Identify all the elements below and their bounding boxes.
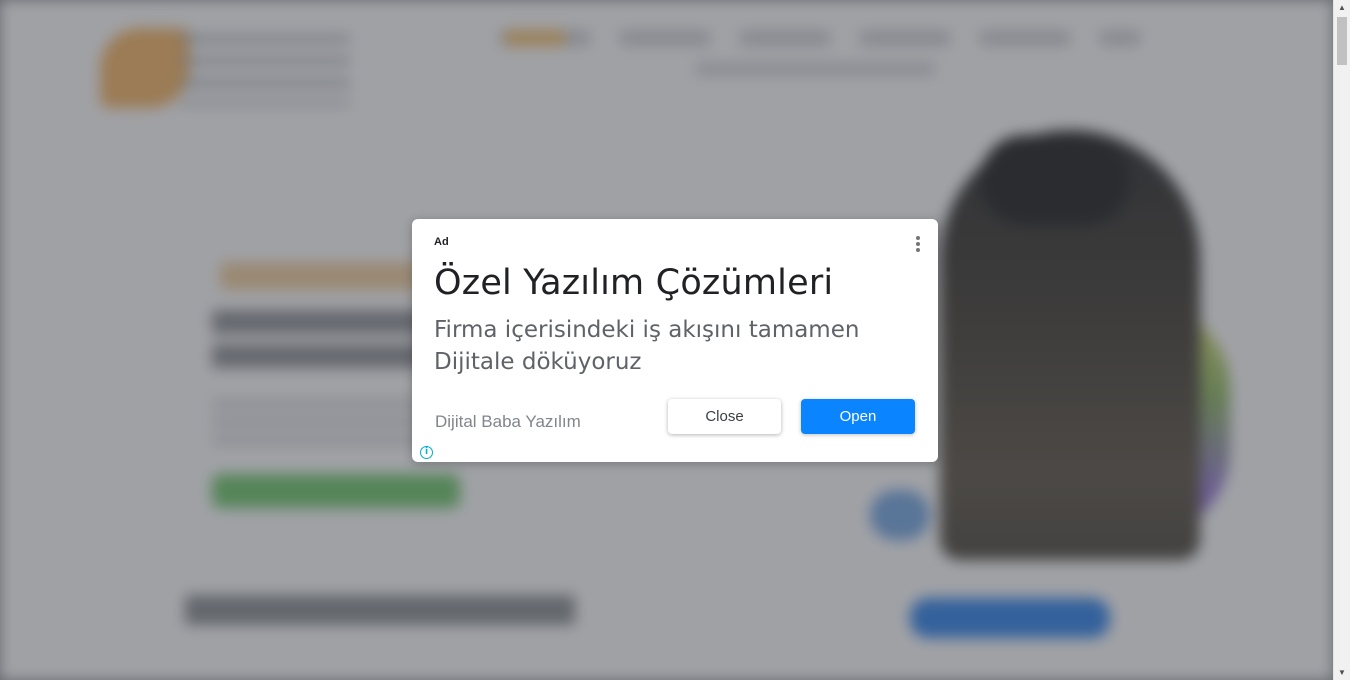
scroll-up-arrow-icon[interactable]: ▲ bbox=[1334, 0, 1350, 15]
ad-label: Ad bbox=[434, 236, 449, 248]
ad-title[interactable]: Özel Yazılım Çözümleri bbox=[434, 263, 833, 303]
ad-description: Firma içerisindeki iş akışını tamamen Di… bbox=[434, 317, 860, 375]
page-scrollbar[interactable]: ▲ ▼ bbox=[1333, 0, 1350, 680]
open-button[interactable]: Open bbox=[801, 399, 915, 434]
ad-advertiser-name: Dijital Baba Yazılım bbox=[435, 412, 581, 431]
close-button[interactable]: Close bbox=[668, 399, 781, 434]
more-vert-icon[interactable] bbox=[910, 233, 926, 255]
scroll-down-arrow-icon[interactable]: ▼ bbox=[1334, 665, 1350, 680]
scrollbar-thumb[interactable] bbox=[1337, 17, 1347, 65]
interstitial-ad-dialog: Ad Özel Yazılım Çözümleri Firma içerisin… bbox=[412, 219, 938, 462]
info-icon[interactable]: i bbox=[420, 446, 433, 459]
